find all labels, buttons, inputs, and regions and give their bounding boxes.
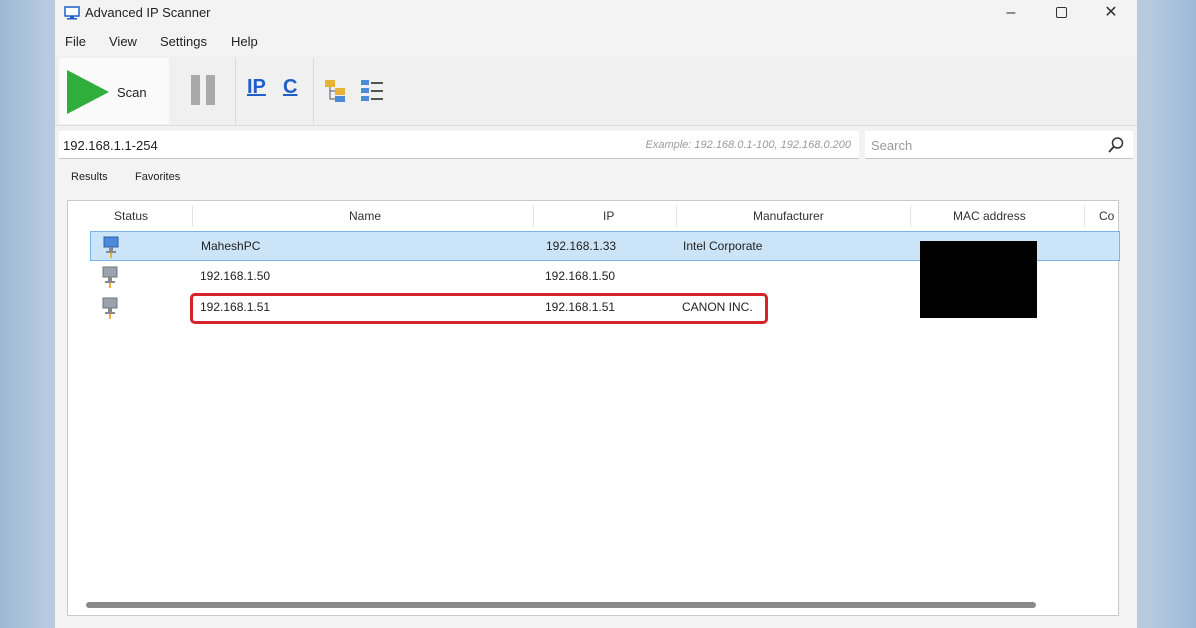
app-icon (64, 6, 80, 20)
collapse-list-icon[interactable] (359, 76, 385, 104)
search-icon[interactable] (1107, 136, 1125, 154)
play-icon (67, 70, 109, 114)
menu-file[interactable]: File (65, 34, 86, 49)
computer-icon (102, 297, 118, 319)
row-name: MaheshPC (201, 239, 261, 253)
menu-help[interactable]: Help (231, 34, 258, 49)
column-divider (533, 205, 534, 227)
highlight-annotation (190, 293, 768, 324)
ip-range-hint: Example: 192.168.0.1-100, 192.168.0.200 (645, 139, 852, 151)
tab-favorites[interactable]: Favorites (135, 171, 180, 183)
results-table: Status Name IP Manufacturer MAC address … (67, 200, 1120, 616)
toolbar-divider-2 (313, 58, 314, 124)
column-divider (1084, 205, 1085, 227)
ip-icon-label: IP (247, 76, 266, 98)
column-status[interactable]: Status (114, 209, 148, 223)
column-divider (676, 205, 677, 227)
column-manufacturer[interactable]: Manufacturer (753, 209, 824, 223)
scan-label: Scan (117, 85, 147, 100)
column-divider (192, 205, 193, 227)
column-divider (910, 205, 911, 227)
menu-bar: File View Settings Help (55, 30, 1137, 54)
pause-button[interactable] (189, 75, 219, 105)
redaction-block (920, 241, 1037, 318)
column-ip[interactable]: IP (603, 209, 614, 223)
window-title: Advanced IP Scanner (85, 5, 211, 20)
menu-settings[interactable]: Settings (160, 34, 207, 49)
c-icon-label: C (283, 76, 298, 98)
computer-online-icon (103, 236, 119, 258)
expand-tree-icon[interactable] (323, 76, 349, 104)
minimize-button[interactable]: – (991, 2, 1031, 24)
row-ip: 192.168.1.33 (546, 239, 617, 253)
toolbar: Scan IP C (55, 56, 1137, 126)
search-input[interactable]: Search (865, 131, 1133, 159)
row-ip: 192.168.1.50 (545, 269, 616, 283)
close-button[interactable]: ✕ (1091, 2, 1131, 24)
address-bar: 192.168.1.1-254 Example: 192.168.0.1-100… (55, 130, 1137, 160)
horizontal-scrollbar[interactable] (86, 602, 1036, 608)
c-scan-button[interactable]: C (283, 76, 309, 104)
column-name[interactable]: Name (349, 209, 381, 223)
row-name: 192.168.1.50 (200, 269, 271, 283)
maximize-icon (1055, 7, 1067, 19)
tab-results[interactable]: Results (71, 171, 108, 183)
computer-icon (102, 266, 118, 288)
maximize-button[interactable] (1041, 2, 1081, 24)
app-window: Advanced IP Scanner – ✕ File View Settin… (54, 0, 1138, 628)
ip-range-value: 192.168.1.1-254 (63, 138, 158, 153)
ip-scan-button[interactable]: IP (247, 76, 273, 104)
search-placeholder: Search (871, 138, 913, 153)
column-mac-address[interactable]: MAC address (953, 209, 1026, 223)
column-comments[interactable]: Co (1099, 209, 1114, 223)
toolbar-divider (235, 58, 236, 124)
tab-bar: Results Favorites (55, 166, 1137, 190)
scan-button[interactable]: Scan (59, 58, 169, 124)
menu-view[interactable]: View (109, 34, 137, 49)
title-bar: Advanced IP Scanner – ✕ (55, 0, 1137, 28)
row-manufacturer: Intel Corporate (683, 239, 763, 253)
ip-range-input[interactable]: 192.168.1.1-254 Example: 192.168.0.1-100… (59, 131, 859, 159)
